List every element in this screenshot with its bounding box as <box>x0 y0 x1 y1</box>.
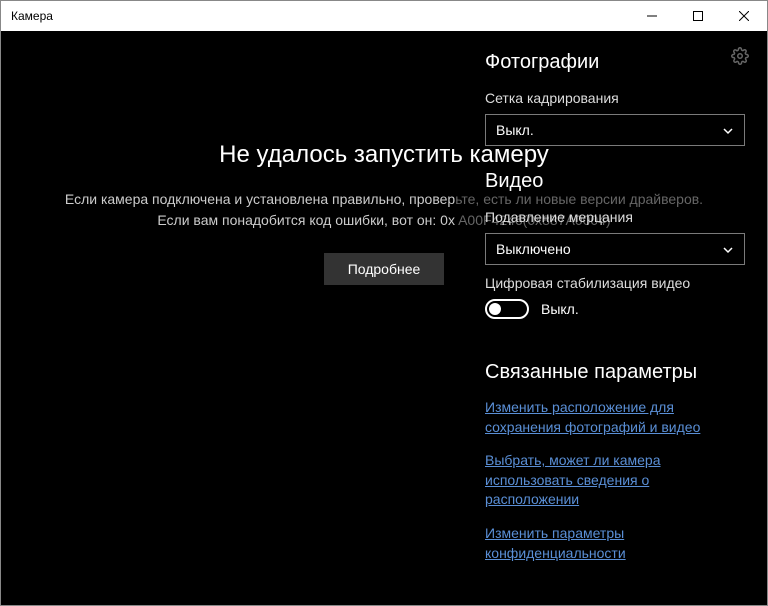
link-privacy-settings[interactable]: Изменить параметры конфиденциальности <box>485 524 745 563</box>
flicker-reduction-label: Подавление мерцания <box>485 209 745 225</box>
settings-panel: Фотографии Сетка кадрирования Выкл. Виде… <box>467 31 767 605</box>
chevron-down-icon <box>722 124 734 136</box>
minimize-button[interactable] <box>629 1 675 31</box>
content-area: Не удалось запустить камеру Если камера … <box>1 31 767 605</box>
details-button[interactable]: Подробнее <box>324 253 445 285</box>
toggle-knob <box>489 303 501 315</box>
link-camera-location-permission[interactable]: Выбрать, может ли камера использовать св… <box>485 451 745 510</box>
photos-section-header: Фотографии <box>485 51 745 74</box>
related-settings-header: Связанные параметры <box>485 361 745 384</box>
chevron-down-icon <box>722 243 734 255</box>
video-stabilization-label: Цифровая стабилизация видео <box>485 275 745 291</box>
video-stabilization-toggle-row: Выкл. <box>485 299 745 319</box>
video-stabilization-state: Выкл. <box>541 301 579 317</box>
video-section-header: Видео <box>485 170 745 193</box>
video-stabilization-toggle[interactable] <box>485 299 529 319</box>
flicker-reduction-value: Выключено <box>496 241 571 257</box>
maximize-button[interactable] <box>675 1 721 31</box>
framing-grid-select[interactable]: Выкл. <box>485 114 745 146</box>
flicker-reduction-select[interactable]: Выключено <box>485 233 745 265</box>
link-change-save-location[interactable]: Изменить расположение для сохранения фот… <box>485 398 745 437</box>
app-window: Камера Не удалось запустить камеру Если … <box>0 0 768 606</box>
titlebar: Камера <box>1 1 767 31</box>
framing-grid-label: Сетка кадрирования <box>485 90 745 106</box>
window-controls <box>629 1 767 31</box>
framing-grid-value: Выкл. <box>496 122 534 138</box>
close-button[interactable] <box>721 1 767 31</box>
window-title: Камера <box>11 9 629 23</box>
